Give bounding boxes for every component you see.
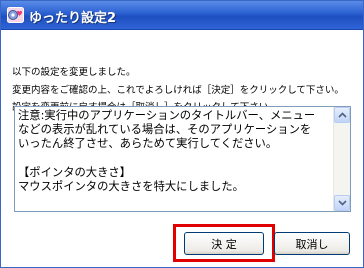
cancel-button[interactable]: 取消し — [274, 232, 350, 255]
scroll-down-button[interactable] — [334, 195, 350, 211]
details-textbox[interactable]: 注意:実行中のアプリケーションのタイトルバー、メニュー などの表示が乱れている場… — [14, 106, 351, 212]
details-line: 【ポインタの大きさ】 — [18, 165, 131, 179]
dialog-window: ゆったり設定2 以下の設定を変更しました。 変更内容をご確認の上、これでよろしけ… — [0, 0, 364, 268]
details-text: 注意:実行中のアプリケーションのタイトルバー、メニュー などの表示が乱れている場… — [18, 109, 333, 194]
details-line: いったん終了させ、あらためて実行してください。 — [18, 137, 278, 151]
chevron-up-icon — [338, 112, 347, 118]
title-bar[interactable]: ゆったり設定2 — [1, 1, 363, 30]
window-title: ゆったり設定2 — [29, 11, 117, 26]
details-line: などの表示が乱れている場合は、そのアプリケーションを — [18, 123, 312, 137]
details-line: マウスポインタの大きさを特大にしました。 — [18, 179, 244, 193]
details-line: 注意:実行中のアプリケーションのタイトルバー、メニュー — [18, 109, 316, 122]
details-line — [18, 152, 333, 166]
chevron-down-icon — [338, 200, 347, 206]
ok-button[interactable]: 決 定 — [184, 232, 264, 255]
scroll-up-button[interactable] — [334, 107, 350, 123]
message-line-2: 変更内容をご確認の上、これでよろしければ［決定］をクリックして下さい。 — [12, 85, 344, 96]
gear-heart-icon — [7, 7, 24, 23]
message-line-1: 以下の設定を変更しました。 — [12, 67, 136, 78]
vertical-scrollbar[interactable] — [333, 107, 350, 211]
